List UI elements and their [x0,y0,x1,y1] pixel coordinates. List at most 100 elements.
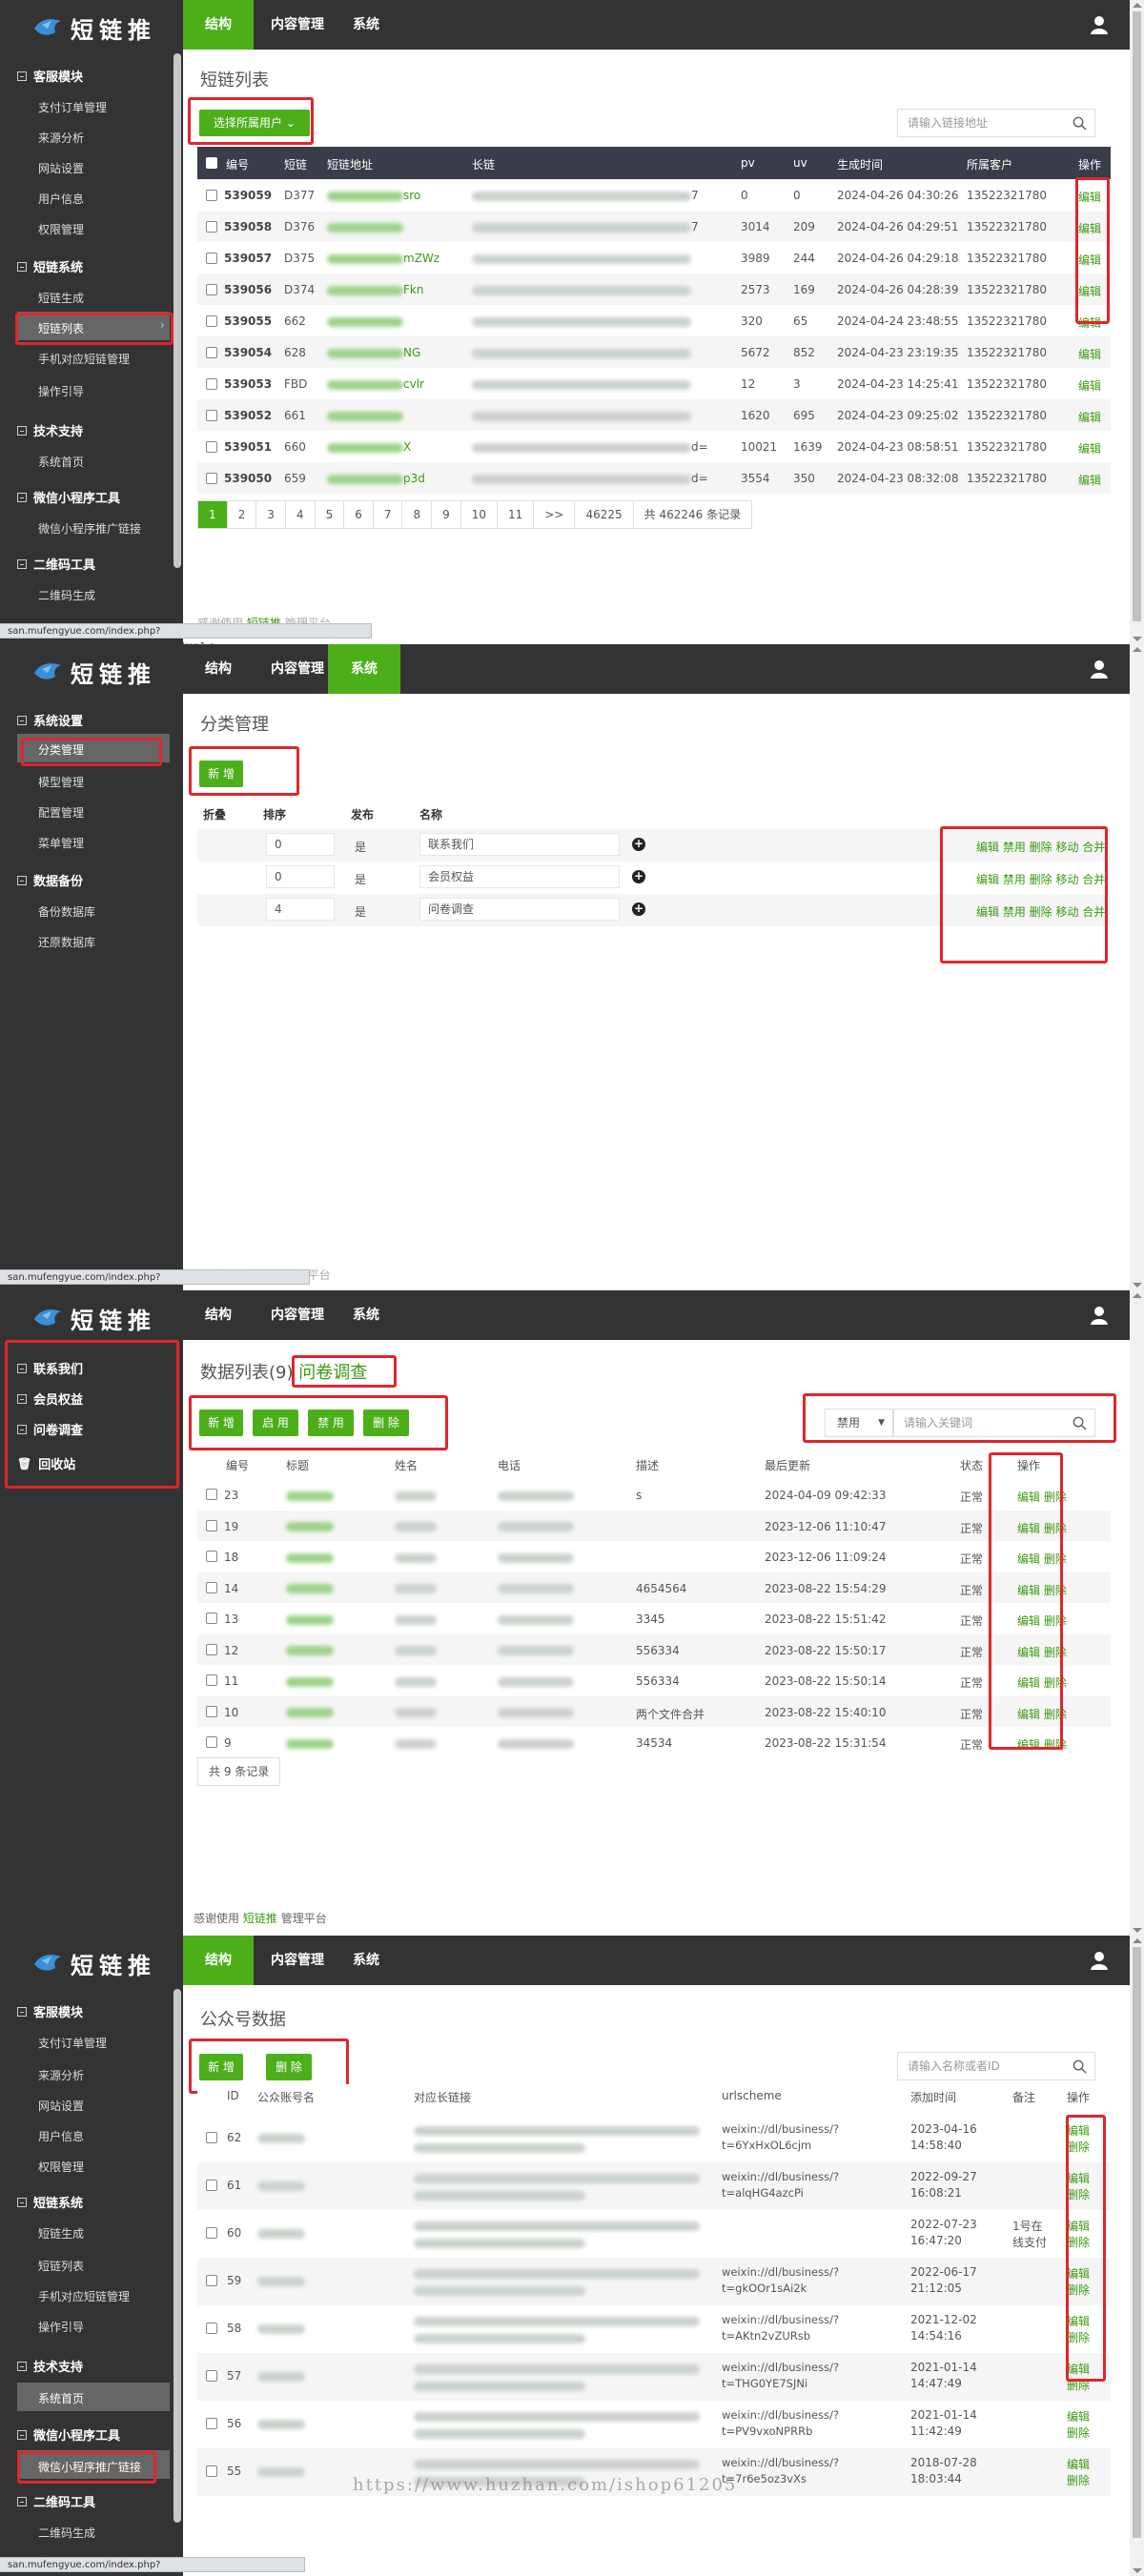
delete-link[interactable]: 删除 [1067,2424,1090,2441]
row-title[interactable] [286,1706,334,1719]
page-link[interactable]: 2 [228,501,257,528]
row-short-url[interactable]: cvlr [327,377,424,391]
page-link[interactable]: 11 [498,501,535,528]
name-or-id-search-input[interactable]: 请输入名称或者ID [897,2052,1095,2080]
row-checkbox[interactable] [206,1519,217,1531]
link-search-input[interactable]: 请输入链接地址 [897,109,1095,137]
row-checkbox[interactable] [206,2370,217,2382]
page-link[interactable]: 6 [344,501,374,528]
row-checkbox[interactable] [206,441,217,453]
sidebar-item-site-settings[interactable]: 网站设置 [38,2098,84,2114]
sidebar-group-short-link[interactable]: 短链系统 [17,257,83,275]
page-link[interactable]: 4 [286,501,316,528]
page-scrollbar[interactable] [1130,644,1144,1290]
page-link[interactable]: 9 [432,501,461,528]
scroll-thumb[interactable] [1133,11,1141,621]
sidebar-item-user-info[interactable]: 用户信息 [38,2128,84,2144]
sidebar-item-permissions[interactable]: 权限管理 [38,2159,84,2175]
sidebar-item-home[interactable]: 系统首页 [38,454,84,470]
sidebar-group-short-link[interactable]: 短链系统 [17,2193,83,2211]
search-icon[interactable] [1072,116,1087,131]
category-name-input[interactable]: 问卷调查 [419,898,620,921]
row-title[interactable] [286,1489,334,1502]
sidebar-group-customer-service[interactable]: 客服模块 [17,67,83,85]
select-all-checkbox[interactable] [206,157,217,169]
row-checkbox[interactable] [206,253,217,264]
sidebar-item-user-info[interactable]: 用户信息 [38,191,84,207]
user-icon[interactable] [1090,1306,1109,1325]
row-short-url[interactable]: NG [327,346,420,359]
row-checkbox[interactable] [206,1705,217,1717]
sidebar-item-short-link-create[interactable]: 短链生成 [38,2225,84,2241]
sidebar-group-tech-support[interactable]: 技术支持 [17,2357,83,2375]
nav-system[interactable]: 系统 [328,644,400,694]
row-checkbox[interactable] [206,1643,217,1655]
sidebar-scrollbar[interactable] [174,53,181,568]
row-checkbox[interactable] [206,315,217,327]
scroll-thumb[interactable] [1133,1947,1141,2538]
sidebar-item-qrcode-create[interactable]: 二维码生成 [38,2525,95,2541]
plus-circle-icon[interactable]: + [632,838,645,851]
select-all-checkbox[interactable] [206,1457,217,1469]
nav-content[interactable]: 内容管理 [257,1936,337,1985]
scroll-down-icon[interactable] [1133,2568,1142,2573]
category-name-input[interactable]: 会员权益 [419,865,620,888]
logo[interactable]: 短链推 [32,1302,156,1335]
sidebar-group-qrcode[interactable]: 二维码工具 [17,555,95,573]
logo[interactable]: 短链推 [32,1947,156,1980]
scroll-up-icon[interactable] [1133,1293,1142,1298]
nav-system[interactable]: 系统 [339,1936,393,1985]
row-checkbox[interactable] [206,473,217,484]
sidebar-group-tech-support[interactable]: 技术支持 [17,421,83,439]
row-title[interactable] [286,1582,334,1595]
row-checkbox[interactable] [206,1674,217,1686]
scroll-up-icon[interactable] [1133,1938,1142,1943]
sidebar-item-wechat-promo-link[interactable]: 微信小程序推广链接 [38,520,141,537]
row-title[interactable] [286,1520,334,1533]
search-icon[interactable] [1072,2059,1087,2074]
row-title[interactable] [286,1644,334,1657]
sidebar-item-menu[interactable]: 菜单管理 [38,835,84,851]
sidebar-item-permissions[interactable]: 权限管理 [38,221,84,237]
row-checkbox[interactable] [206,410,217,421]
page-next[interactable]: >> [534,501,576,528]
sidebar-item-short-link-create[interactable]: 短链生成 [38,290,84,306]
page-link[interactable]: 3 [256,501,286,528]
row-title[interactable] [286,1613,334,1626]
row-checkbox[interactable] [206,1613,217,1624]
plus-circle-icon[interactable]: + [632,903,645,916]
sidebar-item-site-settings[interactable]: 网站设置 [38,160,84,176]
nav-system[interactable]: 系统 [339,1290,393,1340]
sort-input[interactable]: 0 [266,833,335,856]
scroll-up-icon[interactable] [1133,647,1142,652]
row-title[interactable] [286,1674,334,1688]
sidebar-item-phone-short-link[interactable]: 手机对应短链管理 [38,2288,130,2304]
page-last[interactable]: 46225 [575,501,634,528]
row-checkbox[interactable] [206,1736,217,1748]
sidebar-group-backup[interactable]: 数据备份 [17,871,83,889]
row-checkbox[interactable] [206,284,217,295]
nav-structure[interactable]: 结构 [183,0,254,50]
page-link[interactable]: 8 [402,501,433,528]
row-short-url[interactable]: X [327,440,411,454]
row-short-url[interactable] [327,220,403,233]
select-all-checkbox[interactable] [206,2089,217,2100]
nav-system[interactable]: 系统 [339,0,393,50]
sidebar-scrollbar[interactable] [174,1989,181,2523]
row-checkbox[interactable] [206,2465,217,2477]
user-icon[interactable] [1090,1951,1109,1970]
nav-structure[interactable]: 结构 [183,1936,254,1985]
scroll-down-icon[interactable] [1133,637,1142,641]
row-checkbox[interactable] [206,2132,217,2143]
page-link[interactable]: 10 [461,501,499,528]
nav-structure[interactable]: 结构 [183,644,254,694]
page-scrollbar[interactable] [1130,1290,1144,1936]
nav-content[interactable]: 内容管理 [257,644,337,694]
sidebar-group-system-settings[interactable]: 系统设置 [17,711,83,729]
edit-link[interactable]: 编辑 [1078,346,1101,362]
row-title[interactable] [286,1551,334,1564]
sort-input[interactable]: 0 [266,865,335,888]
sidebar-group-customer-service[interactable]: 客服模块 [17,2002,83,2020]
edit-link[interactable]: 编辑 [1078,440,1101,456]
edit-link[interactable]: 编辑 [1078,409,1101,425]
